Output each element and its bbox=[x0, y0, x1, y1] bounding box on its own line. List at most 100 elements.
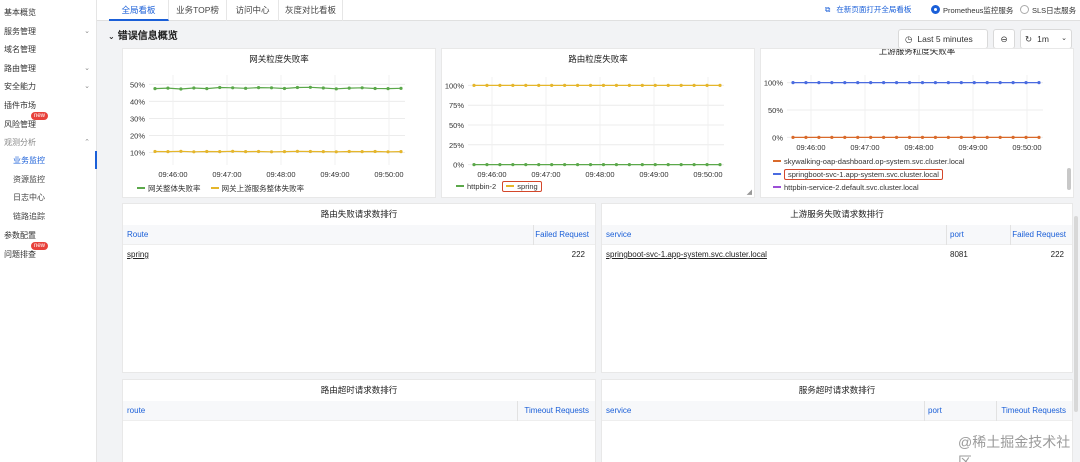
data-point[interactable] bbox=[386, 87, 390, 91]
data-point[interactable] bbox=[972, 81, 976, 85]
data-point[interactable] bbox=[295, 85, 300, 90]
data-point[interactable] bbox=[718, 163, 722, 167]
sidebar-item[interactable]: 观测分析 ⌃ bbox=[4, 135, 94, 151]
data-point[interactable] bbox=[692, 163, 696, 167]
data-point[interactable] bbox=[998, 81, 1002, 85]
sidebar-item[interactable]: 域名管理 bbox=[4, 42, 94, 58]
series-line[interactable] bbox=[154, 150, 402, 153]
column-separator[interactable] bbox=[1010, 225, 1011, 245]
data-point[interactable] bbox=[282, 150, 287, 154]
data-point[interactable] bbox=[718, 83, 722, 87]
data-point[interactable] bbox=[869, 81, 873, 85]
radio-sls[interactable]: SLS日志服务 bbox=[1020, 5, 1076, 16]
sidebar-item[interactable]: 日志中心 bbox=[13, 190, 103, 206]
column-header-service[interactable]: service bbox=[606, 225, 631, 245]
sidebar-item[interactable]: 安全能力 ⌄ bbox=[4, 79, 94, 95]
time-range-picker[interactable]: ◷ Last 5 minutes bbox=[898, 29, 988, 49]
resize-handle-icon[interactable]: ◢ bbox=[747, 188, 752, 196]
data-point[interactable] bbox=[334, 150, 338, 154]
data-point[interactable] bbox=[692, 83, 696, 87]
data-point[interactable] bbox=[563, 83, 567, 87]
column-header-timeout[interactable]: Timeout Requests bbox=[1001, 401, 1066, 421]
data-point[interactable] bbox=[192, 86, 196, 90]
data-point[interactable] bbox=[1011, 135, 1015, 139]
data-point[interactable] bbox=[282, 86, 287, 91]
data-point[interactable] bbox=[856, 81, 860, 85]
data-point[interactable] bbox=[614, 163, 619, 167]
column-header-service[interactable]: service bbox=[606, 401, 631, 421]
data-point[interactable] bbox=[153, 149, 157, 154]
radio-prometheus[interactable]: Prometheus监控服务 bbox=[931, 5, 1013, 16]
data-point[interactable] bbox=[627, 163, 631, 167]
data-point[interactable] bbox=[218, 150, 222, 154]
data-point[interactable] bbox=[933, 135, 938, 139]
column-header-failed[interactable]: Failed Request bbox=[1012, 225, 1066, 245]
data-point[interactable] bbox=[856, 135, 860, 139]
data-point[interactable] bbox=[550, 83, 554, 87]
column-separator[interactable] bbox=[924, 401, 925, 421]
data-point[interactable] bbox=[524, 163, 528, 167]
data-point[interactable] bbox=[627, 83, 631, 87]
data-point[interactable] bbox=[153, 87, 157, 91]
data-point[interactable] bbox=[256, 149, 261, 154]
column-separator[interactable] bbox=[946, 225, 947, 245]
data-point[interactable] bbox=[959, 81, 963, 85]
data-point[interactable] bbox=[640, 163, 644, 167]
data-point[interactable] bbox=[817, 135, 821, 139]
data-point[interactable] bbox=[192, 150, 196, 154]
data-point[interactable] bbox=[373, 149, 377, 154]
data-point[interactable] bbox=[972, 135, 976, 139]
data-point[interactable] bbox=[601, 83, 606, 87]
data-point[interactable] bbox=[843, 81, 847, 85]
data-point[interactable] bbox=[959, 135, 963, 139]
data-point[interactable] bbox=[1024, 135, 1028, 139]
data-point[interactable] bbox=[269, 150, 274, 154]
legend-entry[interactable]: springboot-svc-1.app-system.svc.cluster.… bbox=[773, 168, 965, 181]
data-point[interactable] bbox=[218, 85, 222, 90]
tab-access-center[interactable]: 访问中心 bbox=[227, 0, 279, 21]
data-point[interactable] bbox=[653, 163, 657, 167]
data-point[interactable] bbox=[588, 163, 593, 167]
data-point[interactable] bbox=[946, 81, 950, 85]
data-point[interactable] bbox=[472, 163, 476, 167]
data-point[interactable] bbox=[550, 163, 554, 167]
data-point[interactable] bbox=[894, 81, 899, 85]
data-point[interactable] bbox=[321, 150, 325, 154]
legend-entry[interactable]: httpbin-service-2.default.svc.cluster.lo… bbox=[773, 181, 965, 194]
data-point[interactable] bbox=[588, 83, 593, 87]
column-separator[interactable] bbox=[517, 401, 518, 421]
refresh-interval-picker[interactable]: ↻ 1m ⌄ bbox=[1020, 29, 1072, 49]
data-point[interactable] bbox=[666, 163, 670, 167]
open-new-page-link[interactable]: ⧉ 在新页面打开全局看板 bbox=[825, 0, 911, 20]
data-point[interactable] bbox=[601, 163, 606, 167]
data-point[interactable] bbox=[179, 87, 183, 91]
data-point[interactable] bbox=[869, 135, 873, 139]
data-point[interactable] bbox=[575, 163, 580, 167]
data-point[interactable] bbox=[360, 86, 364, 90]
data-point[interactable] bbox=[882, 81, 886, 85]
data-point[interactable] bbox=[640, 83, 644, 87]
data-point[interactable] bbox=[843, 135, 847, 139]
data-point[interactable] bbox=[321, 86, 325, 90]
data-point[interactable] bbox=[830, 81, 834, 85]
tab-business-top[interactable]: 业务TOP榜 bbox=[169, 0, 227, 21]
data-point[interactable] bbox=[360, 150, 364, 154]
data-point[interactable] bbox=[907, 81, 912, 85]
data-point[interactable] bbox=[231, 149, 235, 153]
data-point[interactable] bbox=[882, 135, 886, 139]
tab-global-dashboard[interactable]: 全局看板 bbox=[109, 0, 169, 21]
data-point[interactable] bbox=[399, 150, 403, 154]
data-point[interactable] bbox=[933, 81, 938, 85]
sidebar-item[interactable]: 参数配置 bbox=[4, 228, 94, 244]
column-header-timeout[interactable]: Timeout Requests bbox=[524, 401, 589, 421]
page-scrollbar[interactable] bbox=[1074, 216, 1078, 412]
data-point[interactable] bbox=[804, 135, 808, 139]
data-point[interactable] bbox=[791, 135, 795, 139]
data-point[interactable] bbox=[575, 83, 580, 87]
data-point[interactable] bbox=[399, 86, 403, 90]
data-point[interactable] bbox=[205, 87, 209, 91]
sidebar-item[interactable]: 问题排查 new bbox=[4, 242, 94, 263]
sidebar-item[interactable]: 服务管理 ⌄ bbox=[4, 24, 94, 40]
zoom-out-button[interactable]: ⊖ bbox=[993, 29, 1015, 49]
cell-route[interactable]: spring bbox=[127, 248, 149, 262]
